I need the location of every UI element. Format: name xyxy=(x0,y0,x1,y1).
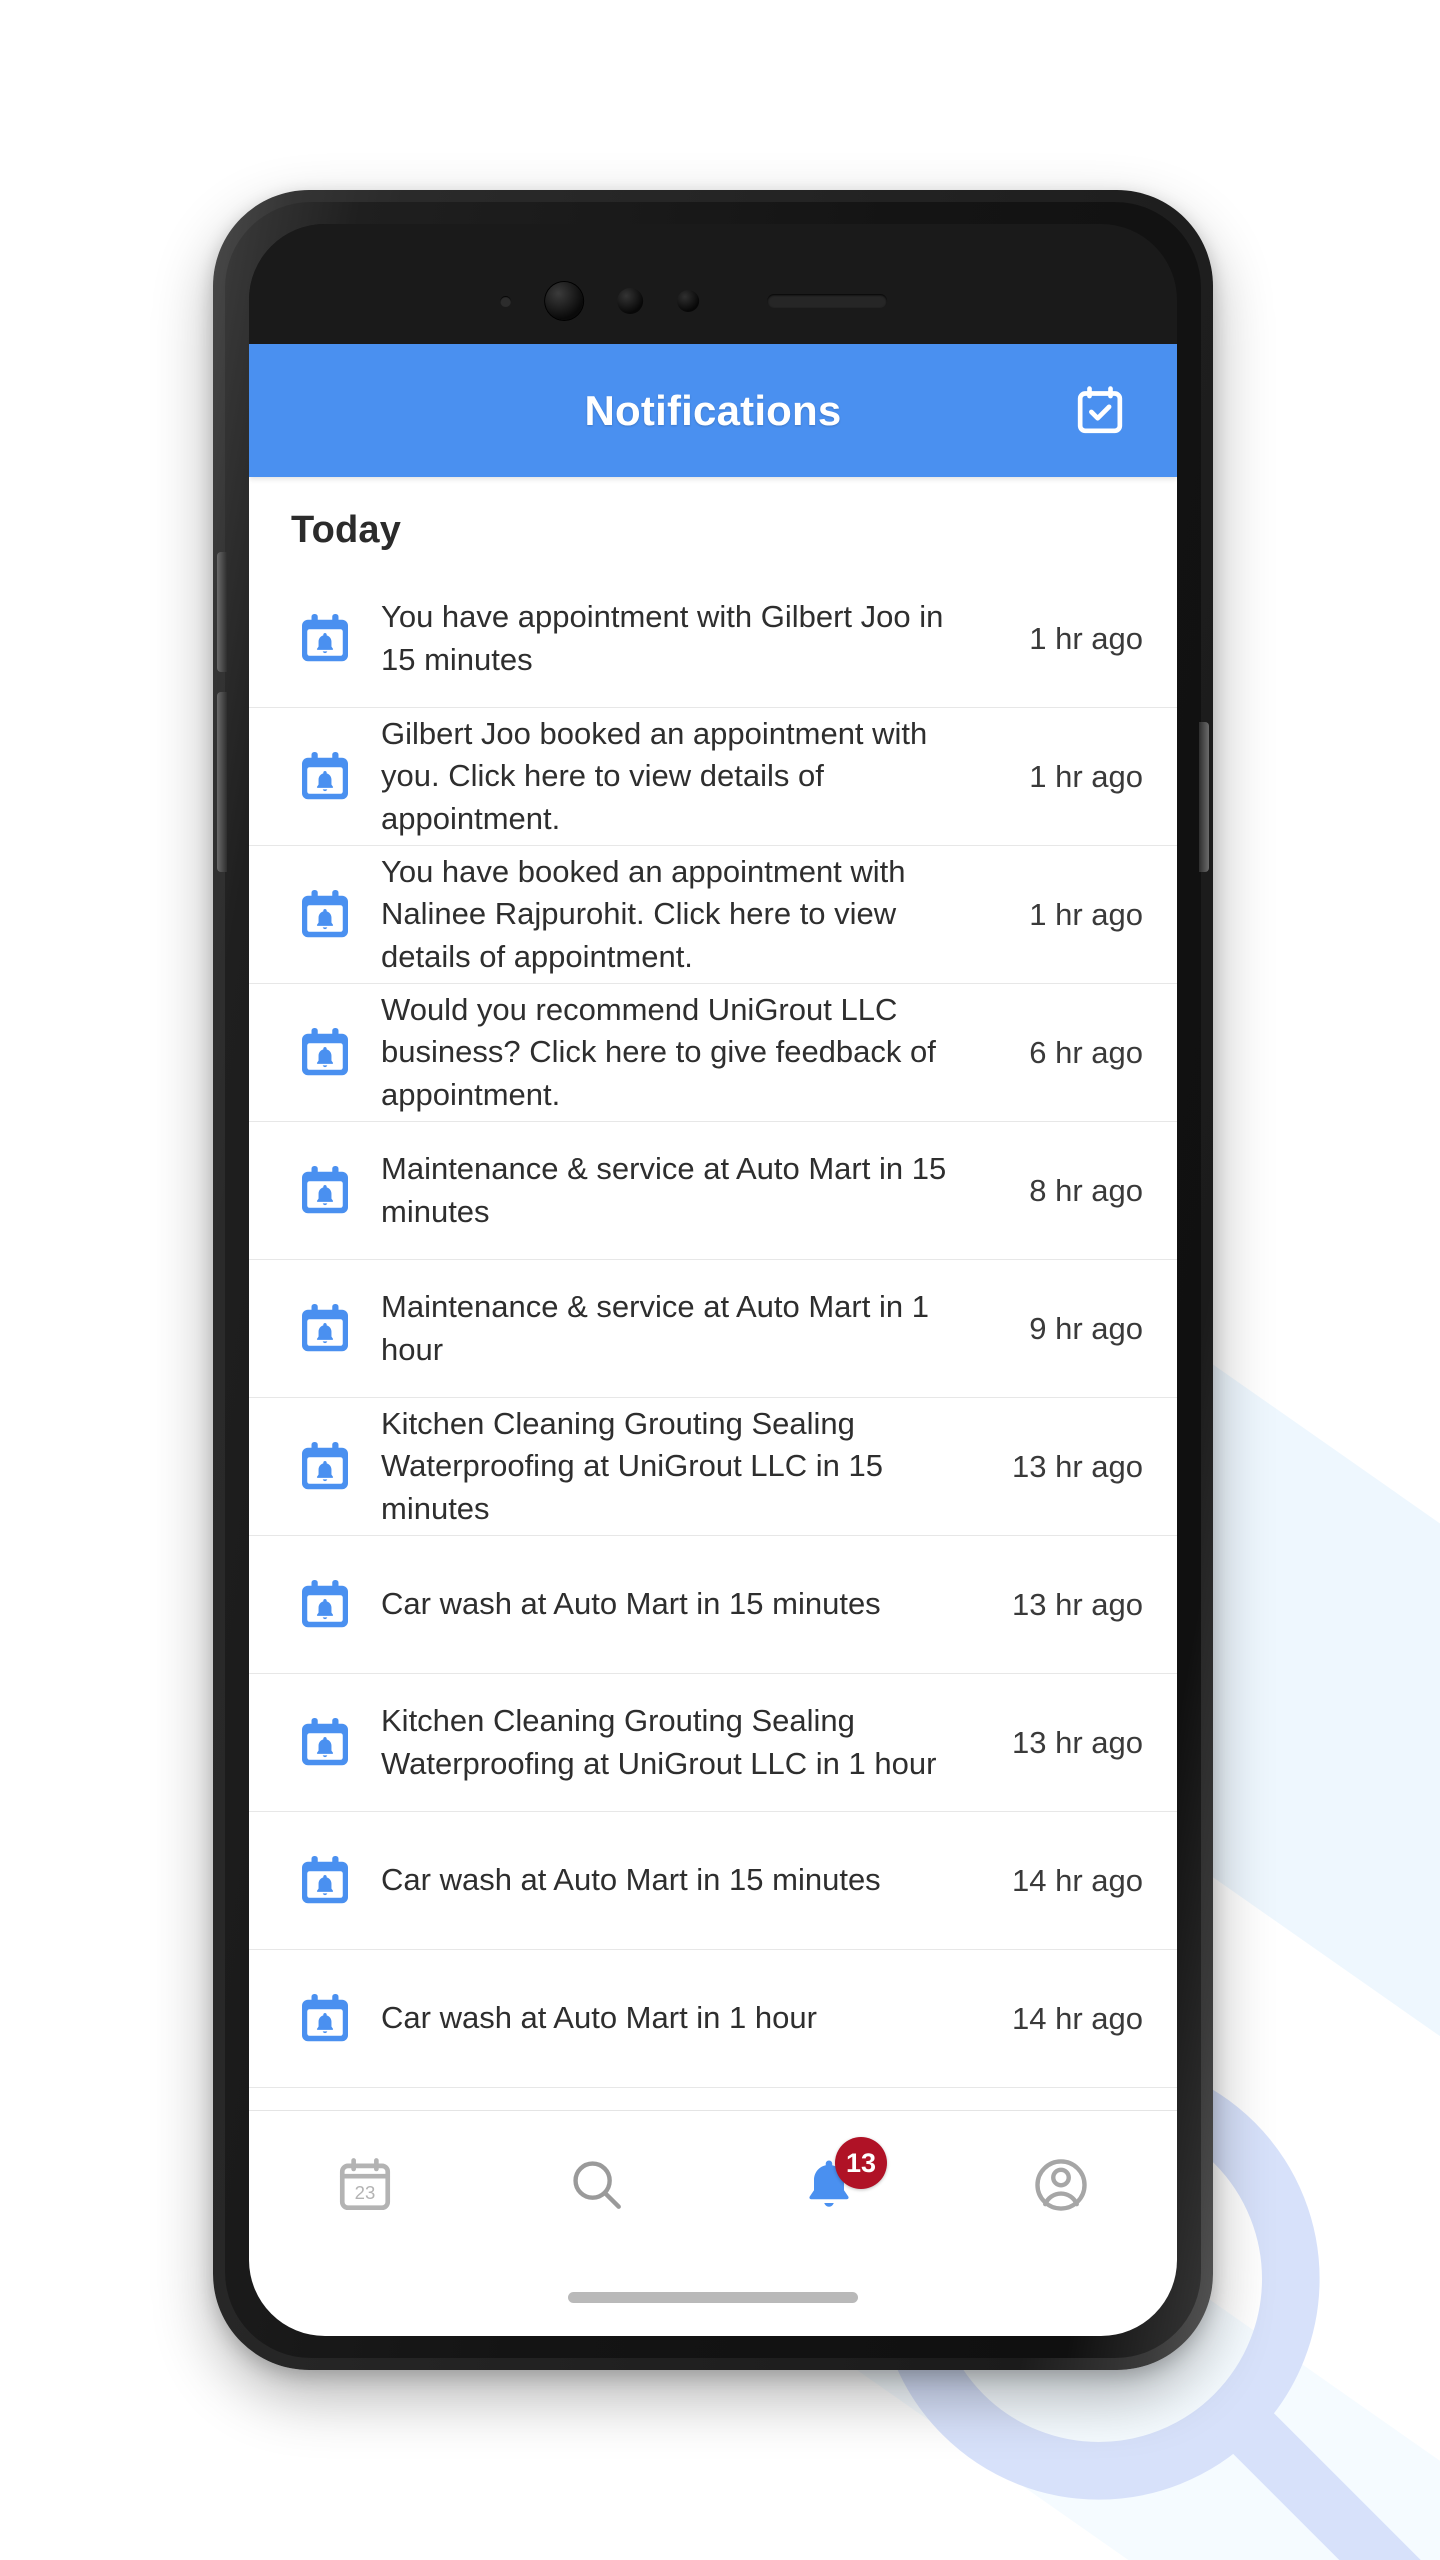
phone-bezel: Notifications Today You have appointment… xyxy=(249,224,1177,2336)
notification-row[interactable]: Car wash at Auto Mart in 1 hour 14 hr ago xyxy=(249,1950,1177,2088)
notification-timestamp: 1 hr ago xyxy=(1029,620,1143,656)
light-sensor-icon xyxy=(500,295,512,307)
phone-inner-frame: Notifications Today You have appointment… xyxy=(217,202,1209,2358)
notification-icon xyxy=(291,1571,359,1639)
proximity-sensor-icon xyxy=(677,290,700,312)
notification-timestamp: 6 hr ago xyxy=(1029,1034,1143,1070)
volume-up-button[interactable] xyxy=(217,552,227,672)
notification-timestamp: 1 hr ago xyxy=(1029,758,1143,794)
nav-item-calendar[interactable]: 23 xyxy=(249,2111,481,2258)
notification-timestamp: 13 hr ago xyxy=(1012,1448,1143,1484)
notification-text: Kitchen Cleaning Grouting Sealing Waterp… xyxy=(381,1703,937,1781)
notification-badge-count: 13 xyxy=(835,2137,887,2189)
notification-text: Car wash at Auto Mart in 15 minutes xyxy=(381,1862,881,1898)
calendar-day-number: 23 xyxy=(355,2181,376,2202)
notification-row[interactable]: Gilbert Joo booked an appointment with y… xyxy=(249,708,1177,846)
notification-text: Car wash at Auto Mart in 15 minutes xyxy=(381,1586,881,1622)
account-icon xyxy=(1035,2158,1087,2211)
calendar-bell-icon xyxy=(302,1855,348,1903)
notification-icon xyxy=(291,881,359,949)
nav-item-notifications[interactable]: 13 xyxy=(713,2111,945,2258)
earpiece-speaker xyxy=(767,294,888,308)
calendar-check-icon[interactable] xyxy=(1071,382,1129,440)
notification-timestamp: 9 hr ago xyxy=(1029,1310,1143,1346)
calendar-bell-icon xyxy=(302,1993,348,2041)
app-bar: Notifications xyxy=(249,344,1177,477)
notification-row[interactable]: Car wash at Auto Mart in 15 minutes 13 hr… xyxy=(249,1536,1177,1674)
notification-row[interactable]: Would you recommend UniGrout LLC busines… xyxy=(249,984,1177,1122)
gesture-home-bar[interactable] xyxy=(568,2291,858,2303)
nav-item-account[interactable] xyxy=(945,2111,1177,2258)
phone-screen: Notifications Today You have appointment… xyxy=(249,344,1177,2258)
notification-icon xyxy=(291,1019,359,1087)
secondary-camera-icon xyxy=(617,288,644,314)
calendar-bell-icon xyxy=(302,1579,348,1627)
notification-list: You have appointment with Gilbert Joo in… xyxy=(249,570,1177,2088)
notification-text: Car wash at Auto Mart in 1 hour xyxy=(381,2000,817,2036)
notification-icon xyxy=(291,1157,359,1225)
notifications-content[interactable]: Today You have appointment with Gilbert … xyxy=(249,477,1177,2110)
phone-chin xyxy=(249,2258,1177,2336)
notification-icon xyxy=(291,1847,359,1915)
calendar-bell-icon xyxy=(302,1303,348,1351)
notification-row[interactable]: Car wash at Auto Mart in 15 minutes 14 hr… xyxy=(249,1812,1177,1950)
calendar-bell-icon xyxy=(302,751,348,799)
notification-icon xyxy=(291,1985,359,2053)
calendar-bell-icon xyxy=(302,1717,348,1765)
notification-text: You have appointment with Gilbert Joo in… xyxy=(381,599,944,677)
notification-icon xyxy=(291,1709,359,1777)
phone-sensor-strip xyxy=(249,224,1177,344)
notification-timestamp: 13 hr ago xyxy=(1012,1724,1143,1760)
volume-down-button[interactable] xyxy=(217,692,227,872)
notification-timestamp: 1 hr ago xyxy=(1029,896,1143,932)
notification-row[interactable]: Maintenance & service at Auto Mart in 1 … xyxy=(249,1260,1177,1398)
nav-item-search[interactable] xyxy=(481,2111,713,2258)
notification-timestamp: 8 hr ago xyxy=(1029,1172,1143,1208)
search-icon xyxy=(573,2160,621,2209)
notification-row[interactable]: You have appointment with Gilbert Joo in… xyxy=(249,570,1177,708)
calendar-bell-icon xyxy=(302,1441,348,1489)
notification-timestamp: 14 hr ago xyxy=(1012,1862,1143,1898)
notification-row[interactable]: You have booked an appointment with Nali… xyxy=(249,846,1177,984)
notification-icon xyxy=(291,1295,359,1363)
notification-icon xyxy=(291,605,359,673)
notification-row[interactable]: Kitchen Cleaning Grouting Sealing Waterp… xyxy=(249,1674,1177,1812)
section-header-today: Today xyxy=(291,509,402,551)
calendar-bell-icon xyxy=(302,889,348,937)
notification-text: You have booked an appointment with Nali… xyxy=(381,853,906,974)
notification-text: Maintenance & service at Auto Mart in 15… xyxy=(381,1151,947,1229)
bottom-navigation-bar: 23 13 xyxy=(249,2110,1177,2258)
notification-timestamp: 14 hr ago xyxy=(1012,2000,1143,2036)
notification-text: Kitchen Cleaning Grouting Sealing Waterp… xyxy=(381,1405,883,1526)
calendar-23-icon: 23 xyxy=(339,2157,391,2210)
notification-timestamp: 13 hr ago xyxy=(1012,1586,1143,1622)
power-button[interactable] xyxy=(1199,722,1209,872)
page-title: Notifications xyxy=(584,386,842,434)
notification-icon xyxy=(291,743,359,811)
notification-row[interactable]: Kitchen Cleaning Grouting Sealing Waterp… xyxy=(249,1398,1177,1536)
calendar-bell-icon xyxy=(302,1165,348,1213)
calendar-bell-icon xyxy=(302,613,348,661)
phone-device: Notifications Today You have appointment… xyxy=(213,190,1213,2370)
front-camera-icon xyxy=(545,282,584,320)
notification-row[interactable]: Maintenance & service at Auto Mart in 15… xyxy=(249,1122,1177,1260)
notification-text: Maintenance & service at Auto Mart in 1 … xyxy=(381,1289,929,1367)
notification-text: Gilbert Joo booked an appointment with y… xyxy=(381,715,928,836)
notification-text: Would you recommend UniGrout LLC busines… xyxy=(381,991,936,1112)
calendar-bell-icon xyxy=(302,1027,348,1075)
background-stripe xyxy=(1240,0,1440,1072)
notification-icon xyxy=(291,1433,359,1501)
